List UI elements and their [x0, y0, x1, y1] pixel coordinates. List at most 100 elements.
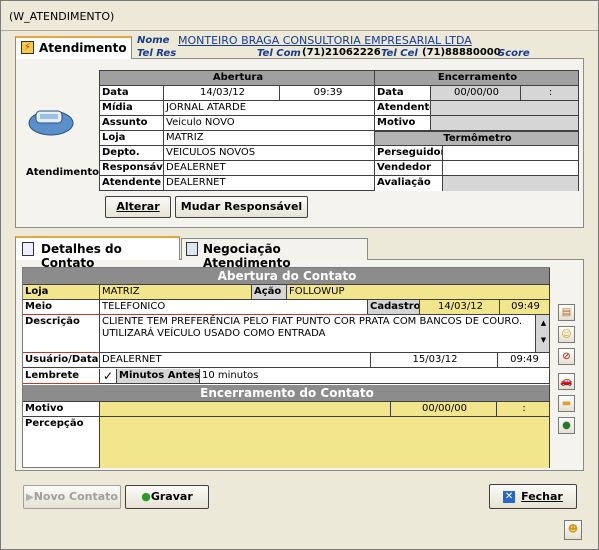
- enc-data-label: Data: [375, 86, 431, 101]
- fechar-label: Fechar: [521, 490, 563, 503]
- meio-value[interactable]: TELEFONICO: [100, 300, 368, 315]
- assunto-label: Assunto: [100, 116, 164, 131]
- document-icon: [22, 242, 34, 256]
- depto-label: Depto.: [100, 146, 164, 161]
- tab-negociacao[interactable]: Negociação Atendimento: [181, 238, 368, 270]
- car-icon[interactable]: 🚗: [558, 373, 575, 390]
- lembrete-label: Lembrete: [23, 369, 100, 384]
- minutos-label: Minutos Antes: [117, 369, 200, 384]
- vendedor-label: Vendedor: [375, 161, 443, 176]
- score-label: Score: [498, 48, 530, 59]
- main-window: (W_ATENDIMENTO) ⚡ Atendimento Nome MONTE…: [0, 0, 599, 550]
- motivo-time[interactable]: :: [497, 402, 550, 417]
- tab-negociacao-label: Negociação Atendimento: [203, 242, 291, 270]
- acao-label: Ação: [252, 285, 287, 300]
- responsavel-label: Responsável: [100, 161, 164, 176]
- avaliacao-label: Avaliação: [375, 176, 443, 191]
- avaliacao-value[interactable]: [443, 176, 579, 191]
- telcom-label: Tel Com: [257, 48, 301, 59]
- window-title: (W_ATENDIMENTO): [9, 10, 115, 23]
- nome-value[interactable]: MONTEIRO BRAGA CONSULTORIA EMPRESARIAL L…: [178, 34, 472, 47]
- lembrete-checkbox[interactable]: ✓: [100, 369, 117, 384]
- nome-label: Nome: [137, 35, 170, 46]
- acao-value[interactable]: FOLLOWUP: [287, 285, 550, 300]
- percepcao-label: Percepção: [23, 417, 100, 468]
- cadastro-label: Cadastro: [368, 300, 420, 315]
- midia-value[interactable]: JORNAL ATARDE: [164, 101, 375, 116]
- motivo-value[interactable]: [100, 402, 391, 417]
- usuario-date[interactable]: 15/03/12: [371, 353, 498, 368]
- usuario-label: Usuário/Data: [23, 353, 100, 368]
- abertura-contato-title: Abertura do Contato: [23, 268, 550, 285]
- enc-data-value[interactable]: 00/00/00: [431, 86, 521, 101]
- encerramento-contato-title: Encerramento do Contato: [23, 385, 550, 402]
- minutos-value[interactable]: 10 minutos: [200, 369, 550, 384]
- atendente-label: Atendente: [100, 176, 164, 191]
- clipboard-icon: [186, 242, 198, 256]
- loja-value[interactable]: MATRIZ: [164, 131, 375, 146]
- contato-loja-value[interactable]: MATRIZ: [100, 285, 252, 300]
- mudar-label: Mudar Responsável: [180, 200, 303, 213]
- folder-icon[interactable]: ▬: [558, 395, 575, 412]
- tab-detalhes-label: Detalhes do Contato: [41, 242, 122, 270]
- telcel-label: Tel Cel: [381, 48, 418, 59]
- enc-motivo-label: Motivo: [375, 116, 431, 131]
- lightning-icon: ⚡: [21, 41, 34, 54]
- motivo-label: Motivo: [23, 402, 100, 417]
- enc-motivo-value[interactable]: [431, 116, 579, 131]
- play-icon: ▶: [26, 492, 34, 503]
- gravar-button[interactable]: ●Gravar: [125, 485, 209, 509]
- responsavel-value[interactable]: DEALERNET: [164, 161, 375, 176]
- data-label: Data: [100, 86, 164, 101]
- enc-hora-value[interactable]: :: [521, 86, 579, 101]
- title-bar: (W_ATENDIMENTO): [1, 1, 598, 31]
- enc-atendente-label: Atendente: [375, 101, 431, 116]
- telcel-value: (71)88880000: [422, 47, 501, 58]
- motivo-date[interactable]: 00/00/00: [391, 402, 497, 417]
- atendente-value[interactable]: DEALERNET: [164, 176, 375, 191]
- meio-label: Meio: [23, 300, 100, 315]
- alterar-label: Alterar: [116, 200, 160, 213]
- tab-atendimento[interactable]: ⚡ Atendimento: [15, 36, 132, 59]
- abertura-grid: Abertura Data 14/03/12 09:39 Mídia JORNA…: [99, 70, 375, 191]
- midia-label: Mídia: [100, 101, 164, 116]
- encerramento-title: Encerramento: [375, 71, 579, 86]
- enc-atendente-value[interactable]: [431, 101, 579, 116]
- tab-detalhes[interactable]: Detalhes do Contato: [15, 236, 180, 270]
- cadastro-time[interactable]: 09:49: [500, 300, 550, 315]
- novo-contato-button[interactable]: ▶Novo Contato: [23, 485, 121, 509]
- perseguidor-label: Perseguidor: [375, 146, 443, 161]
- user-icon[interactable]: ☻: [564, 520, 582, 540]
- bug-icon[interactable]: ●: [558, 417, 575, 434]
- tab-atendimento-label: Atendimento: [39, 41, 127, 55]
- telres-label: Tel Res: [137, 48, 177, 59]
- termometro-title: Termômetro: [375, 131, 579, 146]
- copy-icon[interactable]: ▤: [558, 304, 575, 321]
- encerramento-grid: Encerramento Data 00/00/00 : Atendente M…: [374, 70, 579, 191]
- phone-icon: [26, 101, 76, 139]
- cadastro-date[interactable]: 14/03/12: [420, 300, 500, 315]
- fechar-button[interactable]: ✕ Fechar: [489, 484, 577, 509]
- usuario-value[interactable]: DEALERNET: [100, 353, 371, 368]
- telcom-value: (71)21062226: [302, 47, 381, 58]
- data-value[interactable]: 14/03/12: [164, 86, 280, 101]
- vendedor-value[interactable]: [443, 161, 579, 176]
- novo-label: Novo Contato: [33, 490, 118, 503]
- percepcao-value[interactable]: [100, 417, 550, 468]
- usuario-time[interactable]: 09:49: [498, 353, 550, 368]
- smiley-icon[interactable]: ☺: [558, 326, 575, 343]
- close-icon: ✕: [503, 491, 516, 503]
- side-label: Atendimento: [26, 167, 99, 178]
- perseguidor-value[interactable]: [443, 146, 579, 161]
- mudar-responsavel-button[interactable]: Mudar Responsável: [175, 196, 308, 218]
- descricao-value[interactable]: CLIENTE TEM PREFERÊNCIA PELO FIAT PUNTO …: [100, 315, 536, 353]
- abertura-title: Abertura: [100, 71, 375, 86]
- assunto-value[interactable]: Veiculo NOVO: [164, 116, 375, 131]
- contato-grid: Abertura do Contato Loja MATRIZ Ação FOL…: [22, 267, 550, 468]
- descricao-scrollbar[interactable]: ▲ ▼: [536, 315, 550, 353]
- hora-value[interactable]: 09:39: [280, 86, 375, 101]
- forbidden-icon[interactable]: ⊘: [558, 348, 575, 365]
- loja-label: Loja: [100, 131, 164, 146]
- depto-value[interactable]: VEICULOS NOVOS: [164, 146, 375, 161]
- alterar-button[interactable]: Alterar: [105, 196, 171, 218]
